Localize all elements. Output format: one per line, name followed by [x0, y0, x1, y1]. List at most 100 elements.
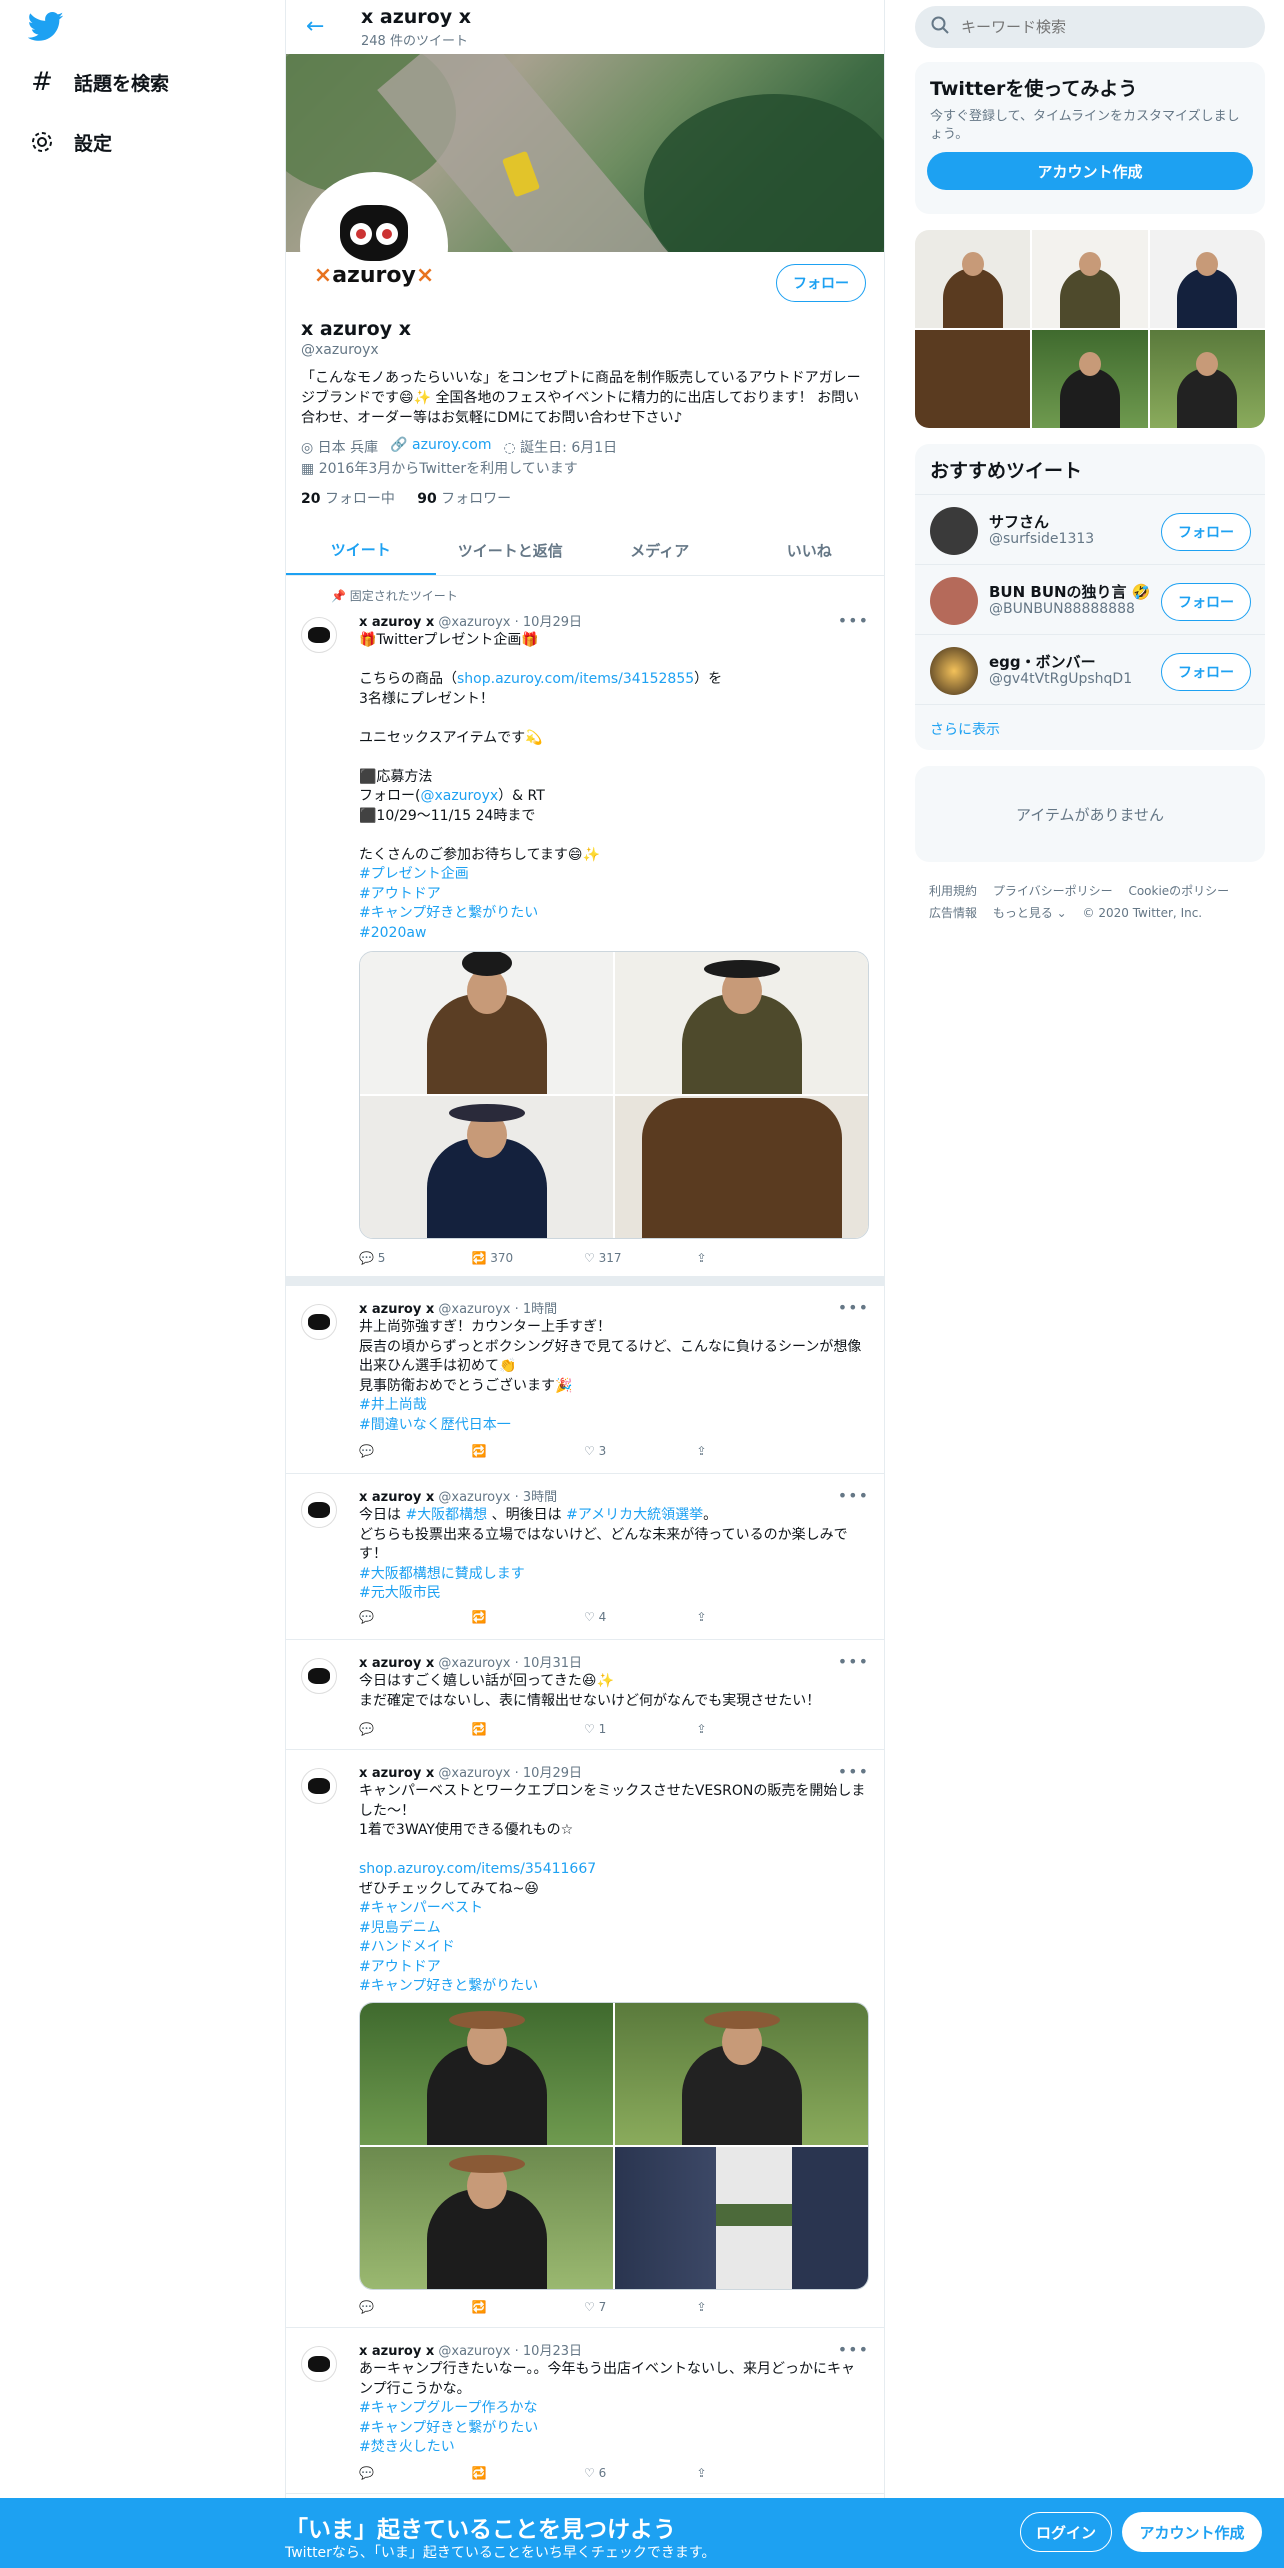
hashtag-link[interactable]: #キャンプ好きと繋がりたい: [359, 904, 869, 924]
media-photo[interactable]: [615, 952, 868, 1094]
media-photo[interactable]: [615, 1096, 868, 1238]
reply-button[interactable]: 💬: [359, 1610, 472, 1624]
gallery-photo[interactable]: [1149, 230, 1265, 328]
hashtag-link[interactable]: #井上尚哉: [359, 1396, 869, 1416]
media-photo[interactable]: [360, 2003, 613, 2145]
hashtag-link[interactable]: #キャンパーベスト: [359, 1899, 869, 1919]
hashtag-link[interactable]: #アメリカ大統領選挙: [566, 1507, 703, 1523]
reply-button[interactable]: 💬 5: [359, 1251, 472, 1265]
share-icon[interactable]: ⇪: [697, 1251, 810, 1265]
avatar[interactable]: [930, 507, 978, 555]
footer-link[interactable]: 利用規約: [929, 884, 977, 898]
media-photo[interactable]: [360, 952, 613, 1094]
mention-link[interactable]: @xazuroyx: [420, 788, 498, 804]
hashtag-link[interactable]: #2020aw: [359, 924, 869, 944]
footer-link[interactable]: 広告情報: [929, 906, 977, 920]
hashtag-link[interactable]: #大阪都構想に賛成します: [359, 1565, 869, 1585]
avatar[interactable]: [301, 1768, 337, 1804]
tweet[interactable]: x azuroy x @xazuroyx · 10月23日 ••• あーキャンプ…: [286, 2328, 884, 2494]
hashtag-link[interactable]: #大阪都構想: [405, 1507, 487, 1523]
footer-link[interactable]: Cookieのポリシー: [1128, 884, 1229, 898]
retweet-button[interactable]: 🔁: [472, 1722, 585, 1736]
like-button[interactable]: ♡ 3: [584, 1444, 697, 1458]
reply-button[interactable]: 💬: [359, 1722, 472, 1736]
gallery-photo[interactable]: [915, 330, 1031, 428]
footer-link[interactable]: プライバシーポリシー: [993, 884, 1113, 898]
tweet[interactable]: x azuroy x @xazuroyx · 3時間 ••• 今日は #大阪都構…: [286, 1474, 884, 1640]
tab-media[interactable]: メディア: [585, 526, 735, 575]
avatar[interactable]: [301, 1658, 337, 1694]
follow-button[interactable]: フォロー: [1161, 513, 1251, 551]
hashtag-link[interactable]: #アウトドア: [359, 1958, 869, 1978]
more-icon[interactable]: •••: [838, 611, 869, 630]
gallery-photo[interactable]: [1032, 230, 1148, 328]
share-icon[interactable]: ⇪: [697, 2466, 810, 2480]
more-icon[interactable]: •••: [838, 1652, 869, 1671]
retweet-button[interactable]: 🔁: [472, 2466, 585, 2480]
footer-link[interactable]: もっと見る ⌄: [993, 906, 1067, 920]
search-box[interactable]: [915, 6, 1265, 48]
like-button[interactable]: ♡ 6: [584, 2466, 697, 2480]
avatar[interactable]: [301, 2346, 337, 2382]
follow-button[interactable]: フォロー: [1161, 583, 1251, 621]
more-icon[interactable]: •••: [838, 2340, 869, 2359]
tweet[interactable]: x azuroy x @xazuroyx · 1時間 ••• 井上尚弥強すぎ！カ…: [286, 1286, 884, 1474]
back-arrow-icon[interactable]: ←: [306, 14, 324, 39]
signup-button[interactable]: アカウント作成: [927, 152, 1253, 190]
search-input[interactable]: [961, 18, 1221, 36]
nav-explore[interactable]: # 話題を検索: [28, 67, 169, 97]
share-icon[interactable]: ⇪: [697, 2300, 810, 2314]
media-photo[interactable]: [615, 2147, 868, 2289]
tweet[interactable]: x azuroy x @xazuroyx · 10月31日 ••• 今日はすごく…: [286, 1640, 884, 1750]
share-icon[interactable]: ⇪: [697, 1444, 810, 1458]
twitter-logo-icon[interactable]: [28, 12, 64, 42]
gallery-photo[interactable]: [1032, 330, 1148, 428]
avatar[interactable]: [301, 1492, 337, 1528]
gallery-photo[interactable]: [915, 230, 1031, 328]
profile-avatar[interactable]: ×azuroy×: [300, 172, 448, 320]
avatar[interactable]: [301, 1304, 337, 1340]
reply-button[interactable]: 💬: [359, 2300, 472, 2314]
retweet-button[interactable]: 🔁: [472, 1610, 585, 1624]
like-button[interactable]: ♡ 7: [584, 2300, 697, 2314]
follow-button[interactable]: フォロー: [1161, 653, 1251, 691]
hashtag-link[interactable]: #プレゼント企画: [359, 865, 869, 885]
hashtag-link[interactable]: #元大阪市民: [359, 1584, 869, 1604]
hashtag-link[interactable]: #アウトドア: [359, 885, 869, 905]
hashtag-link[interactable]: #焚き火したい: [359, 2438, 869, 2458]
like-button[interactable]: ♡ 4: [584, 1610, 697, 1624]
hashtag-link[interactable]: #キャンプ好きと繋がりたい: [359, 2419, 869, 2439]
tweet-link[interactable]: shop.azuroy.com/items/34152855: [457, 671, 694, 687]
login-button[interactable]: ログイン: [1020, 2512, 1112, 2552]
rec-user[interactable]: BUN BUNの独り言 🤣 @BUNBUN88888888 フォロー: [915, 564, 1265, 634]
show-more-link[interactable]: さらに表示: [930, 719, 1000, 739]
create-account-button[interactable]: アカウント作成: [1122, 2512, 1262, 2552]
rec-user[interactable]: egg・ボンバー @gv4tVtRgUpshqD1 フォロー: [915, 634, 1265, 704]
avatar[interactable]: [930, 647, 978, 695]
tab-likes[interactable]: いいね: [735, 526, 885, 575]
show-more-row[interactable]: さらに表示: [915, 704, 1265, 750]
more-icon[interactable]: •••: [838, 1298, 869, 1317]
tab-tweets-replies[interactable]: ツイートと返信: [436, 526, 586, 575]
share-icon[interactable]: ⇪: [697, 1610, 810, 1624]
like-button[interactable]: ♡ 1: [584, 1722, 697, 1736]
media-photo[interactable]: [615, 2003, 868, 2145]
avatar[interactable]: [930, 577, 978, 625]
tweet-pinned[interactable]: 📌 固定されたツイート x azuroy x @xazuroyx · 10月29…: [286, 577, 884, 1276]
following-link[interactable]: 20 フォロー中: [301, 491, 395, 507]
gallery-photo[interactable]: [1149, 330, 1265, 428]
website[interactable]: 🔗 azuroy.com: [390, 437, 491, 457]
tweet-link[interactable]: shop.azuroy.com/items/35411667: [359, 1860, 869, 1880]
reply-button[interactable]: 💬: [359, 2466, 472, 2480]
hashtag-link[interactable]: #ハンドメイド: [359, 1938, 869, 1958]
media-photo[interactable]: [360, 2147, 613, 2289]
hashtag-link[interactable]: #間違いなく歴代日本一: [359, 1416, 869, 1436]
more-icon[interactable]: •••: [838, 1486, 869, 1505]
retweet-button[interactable]: 🔁 370: [472, 1251, 585, 1265]
hashtag-link[interactable]: #児島デニム: [359, 1919, 869, 1939]
avatar[interactable]: [301, 617, 337, 653]
followers-link[interactable]: 90 フォロワー: [417, 491, 511, 507]
hashtag-link[interactable]: #キャンプ好きと繋がりたい: [359, 1977, 869, 1997]
reply-button[interactable]: 💬: [359, 1444, 472, 1458]
rec-user[interactable]: サフさん @surfside1313 フォロー: [915, 494, 1265, 564]
